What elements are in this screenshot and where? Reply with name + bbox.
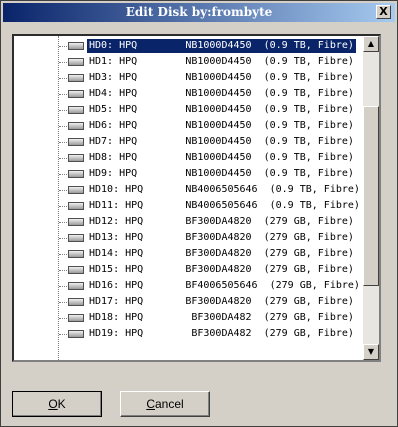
disk-tree-item[interactable]: HD1: HPQ NB1000D4450 (0.9 TB, Fibre): [14, 54, 364, 70]
hard-disk-icon: [68, 298, 84, 306]
hard-disk-icon: [68, 74, 84, 82]
disk-label: HD13: HPQ BF300DA4820 (279 GB, Fibre): [89, 232, 354, 243]
disk-label: HD19: HPQ BF300DA482 (279 GB, Fibre): [89, 328, 354, 339]
title-bar[interactable]: Edit Disk by:frombyte X: [3, 3, 395, 22]
tree-branch-line: [59, 206, 67, 207]
disk-tree-list[interactable]: HD0: HPQ NB1000D4450 (0.9 TB, Fibre) HD1:…: [12, 34, 381, 362]
hard-disk-icon: [68, 250, 84, 258]
hard-disk-icon: [68, 202, 84, 210]
disk-label: HD3: HPQ NB1000D4450 (0.9 TB, Fibre): [89, 72, 354, 83]
disk-label: HD9: HPQ NB1000D4450 (0.9 TB, Fibre): [89, 168, 354, 179]
disk-tree-item[interactable]: HD18: HPQ BF300DA482 (279 GB, Fibre): [14, 310, 364, 326]
tree-branch-line: [59, 126, 67, 127]
disk-tree-item[interactable]: HD12: HPQ BF300DA4820 (279 GB, Fibre): [14, 214, 364, 230]
close-button[interactable]: X: [376, 5, 391, 19]
disk-tree-item[interactable]: HD0: HPQ NB1000D4450 (0.9 TB, Fibre): [14, 38, 364, 54]
disk-tree-item[interactable]: HD9: HPQ NB1000D4450 (0.9 TB, Fibre): [14, 166, 364, 182]
disk-label: HD14: HPQ BF300DA4820 (279 GB, Fibre): [89, 248, 354, 259]
scroll-up-button[interactable]: ▲: [363, 36, 379, 52]
disk-tree-item[interactable]: HD3: HPQ NB1000D4450 (0.9 TB, Fibre): [14, 70, 364, 86]
disk-label: HD10: HPQ NB4006505646 (0.9 TB, Fibre): [89, 184, 360, 195]
disk-label: HD4: HPQ NB1000D4450 (0.9 TB, Fibre): [89, 88, 354, 99]
disk-tree-item[interactable]: HD19: HPQ BF300DA482 (279 GB, Fibre): [14, 326, 364, 342]
disk-tree-item[interactable]: HD14: HPQ BF300DA4820 (279 GB, Fibre): [14, 246, 364, 262]
disk-tree-item[interactable]: HD10: HPQ NB4006505646 (0.9 TB, Fibre): [14, 182, 364, 198]
hard-disk-icon: [68, 218, 84, 226]
tree-branch-line: [59, 46, 67, 47]
disk-label: HD17: HPQ BF300DA4820 (279 GB, Fibre): [89, 296, 354, 307]
disk-tree-item[interactable]: HD8: HPQ NB1000D4450 (0.9 TB, Fibre): [14, 150, 364, 166]
tree-branch-line: [59, 142, 67, 143]
tree-branch-line: [59, 286, 67, 287]
hard-disk-icon: [68, 234, 84, 242]
tree-branch-line: [59, 238, 67, 239]
disk-label: HD6: HPQ NB1000D4450 (0.9 TB, Fibre): [89, 120, 354, 131]
disk-label: HD0: HPQ NB1000D4450 (0.9 TB, Fibre): [86, 38, 357, 54]
tree-branch-line: [59, 158, 67, 159]
tree-branch-line: [59, 62, 67, 63]
tree-branch-line: [59, 318, 67, 319]
tree-branch-line: [59, 334, 67, 335]
hard-disk-icon: [68, 122, 84, 130]
tree-branch-line: [59, 254, 67, 255]
disk-tree-item[interactable]: HD7: HPQ NB1000D4450 (0.9 TB, Fibre): [14, 134, 364, 150]
hard-disk-icon: [68, 282, 84, 290]
disk-label: HD16: HPQ BF4006505646 (279 GB, Fibre): [89, 280, 360, 291]
disk-tree-item[interactable]: HD17: HPQ BF300DA4820 (279 GB, Fibre): [14, 294, 364, 310]
disk-tree-item[interactable]: HD13: HPQ BF300DA4820 (279 GB, Fibre): [14, 230, 364, 246]
disk-label: HD8: HPQ NB1000D4450 (0.9 TB, Fibre): [89, 152, 354, 163]
hard-disk-icon: [68, 154, 84, 162]
disk-tree-item[interactable]: HD11: HPQ NB4006505646 (0.9 TB, Fibre): [14, 198, 364, 214]
tree-branch-line: [59, 174, 67, 175]
disk-label: HD5: HPQ NB1000D4450 (0.9 TB, Fibre): [89, 104, 354, 115]
cancel-label-rest: ancel: [154, 397, 184, 411]
disk-label: HD7: HPQ NB1000D4450 (0.9 TB, Fibre): [89, 136, 354, 147]
hard-disk-icon: [68, 330, 84, 338]
tree-branch-line: [59, 222, 67, 223]
ok-mnemonic: O: [48, 397, 58, 411]
hard-disk-icon: [68, 106, 84, 114]
vertical-scrollbar[interactable]: ▲ ▼: [363, 36, 379, 360]
disk-label: HD12: HPQ BF300DA4820 (279 GB, Fibre): [89, 216, 354, 227]
ok-label-rest: K: [57, 397, 66, 411]
disk-label: HD15: HPQ BF300DA4820 (279 GB, Fibre): [89, 264, 354, 275]
hard-disk-icon: [68, 58, 84, 66]
ok-button[interactable]: OK: [12, 391, 102, 417]
hard-disk-icon: [68, 170, 84, 178]
tree-branch-line: [59, 94, 67, 95]
disk-tree-item[interactable]: HD15: HPQ BF300DA4820 (279 GB, Fibre): [14, 262, 364, 278]
disk-tree-item[interactable]: HD6: HPQ NB1000D4450 (0.9 TB, Fibre): [14, 118, 364, 134]
tree-branch-line: [59, 110, 67, 111]
disk-label: HD11: HPQ NB4006505646 (0.9 TB, Fibre): [89, 200, 360, 211]
hard-disk-icon: [68, 186, 84, 194]
disk-tree-item[interactable]: HD16: HPQ BF4006505646 (279 GB, Fibre): [14, 278, 364, 294]
disk-label: HD18: HPQ BF300DA482 (279 GB, Fibre): [89, 312, 354, 323]
cancel-button[interactable]: Cancel: [120, 391, 210, 417]
dialog-title: Edit Disk by:frombyte: [125, 5, 273, 19]
scroll-down-button[interactable]: ▼: [363, 344, 379, 360]
tree-branch-line: [59, 190, 67, 191]
tree-branch-line: [59, 78, 67, 79]
edit-disk-dialog: Edit Disk by:frombyte X HD0: HPQ NB1000D…: [0, 0, 398, 427]
hard-disk-icon: [68, 90, 84, 98]
disk-tree-item[interactable]: HD5: HPQ NB1000D4450 (0.9 TB, Fibre): [14, 102, 364, 118]
hard-disk-icon: [68, 138, 84, 146]
disk-tree-item[interactable]: HD4: HPQ NB1000D4450 (0.9 TB, Fibre): [14, 86, 364, 102]
hard-disk-icon: [68, 42, 84, 50]
tree-branch-line: [59, 270, 67, 271]
scroll-thumb[interactable]: [363, 106, 379, 286]
tree-branch-line: [59, 302, 67, 303]
disk-label: HD1: HPQ NB1000D4450 (0.9 TB, Fibre): [89, 56, 354, 67]
disk-rows: HD0: HPQ NB1000D4450 (0.9 TB, Fibre) HD1:…: [14, 36, 364, 360]
hard-disk-icon: [68, 314, 84, 322]
cancel-mnemonic: C: [146, 397, 155, 411]
hard-disk-icon: [68, 266, 84, 274]
